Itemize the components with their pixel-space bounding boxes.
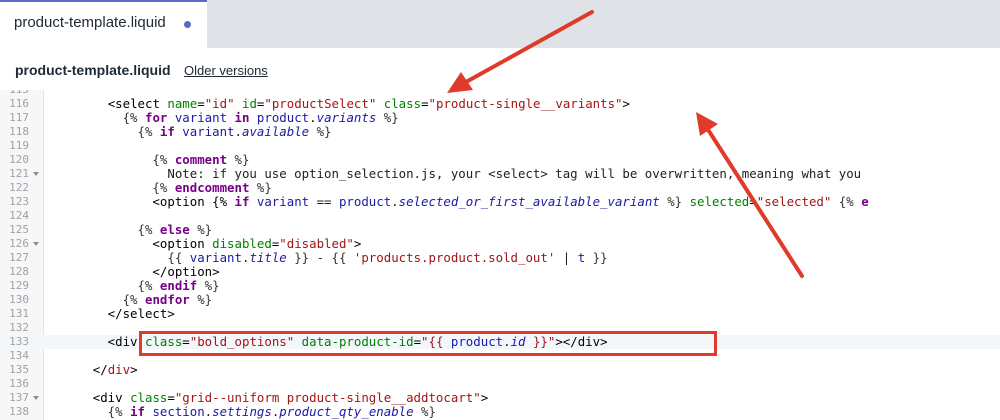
arrow-to-product-select [447, 10, 594, 93]
arrow-to-variants-class [696, 112, 804, 278]
annotation-arrows [447, 10, 804, 278]
